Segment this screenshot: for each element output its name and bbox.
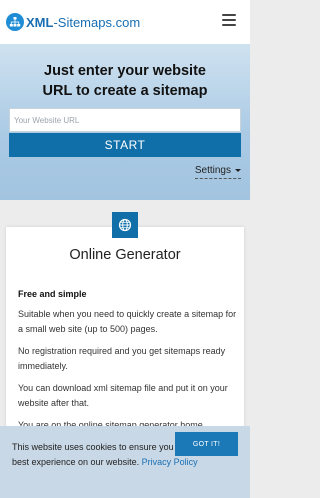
hero-title-line-1: Just enter your website: [44, 63, 206, 79]
hero-title-line-2: URL to create a sitemap: [42, 83, 208, 99]
hamburger-menu-icon[interactable]: [222, 14, 236, 26]
hero-section: Just enter your website URL to create a …: [0, 44, 250, 200]
privacy-policy-link[interactable]: Privacy Policy: [142, 457, 198, 467]
card-subtitle: Free and simple: [18, 289, 87, 299]
start-button[interactable]: START: [9, 133, 241, 157]
logo-text-bold: XML: [26, 14, 54, 30]
logo-text-rest: -Sitemaps.com: [53, 14, 141, 30]
site-logo[interactable]: XML -Sitemaps.com: [6, 10, 140, 34]
site-header: XML -Sitemaps.com: [0, 0, 250, 44]
globe-icon: [112, 212, 138, 238]
card-paragraph: No registration required and you get sit…: [18, 346, 226, 371]
card-paragraph: You can download xml sitemap file and pu…: [18, 383, 228, 408]
sitemap-logo-icon: [6, 13, 24, 31]
hero-title: Just enter your website URL to create a …: [0, 61, 250, 101]
cookie-banner: This website uses cookies to ensure you …: [0, 426, 250, 498]
settings-dropdown[interactable]: Settings: [194, 165, 241, 179]
got-it-button[interactable]: GOT IT!: [175, 432, 238, 456]
card-title: Online Generator: [69, 247, 181, 263]
settings-label: Settings: [194, 165, 231, 176]
website-url-input[interactable]: [9, 108, 241, 132]
caret-down-icon: [235, 169, 241, 172]
card-paragraph: Suitable when you need to quickly create…: [18, 309, 237, 334]
